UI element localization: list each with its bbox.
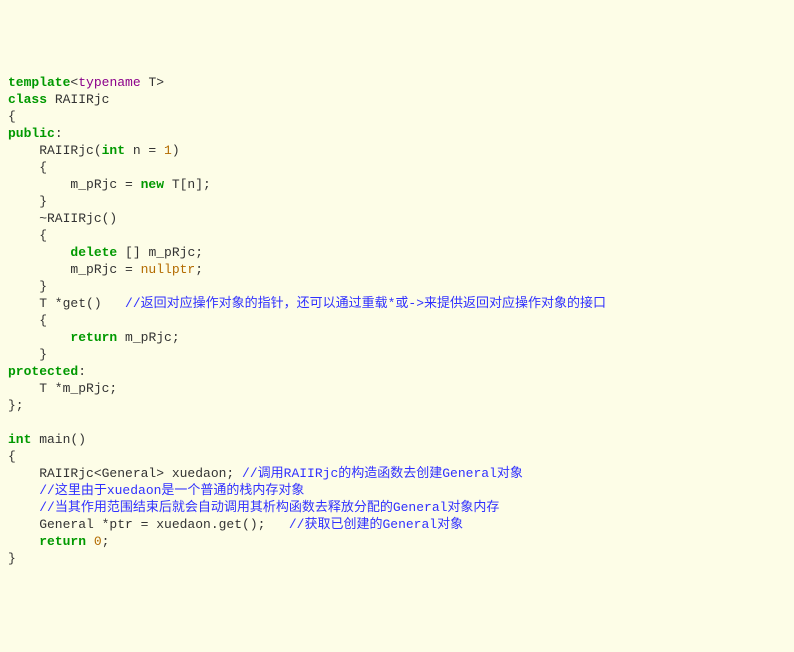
line: protected: xyxy=(8,364,86,379)
line: template<typename T> xyxy=(8,75,164,90)
line: return m_pRjc; xyxy=(8,330,180,345)
line: { xyxy=(8,160,47,175)
line: { xyxy=(8,449,16,464)
line: RAIIRjc<General> xuedaon; //调用RAIIRjc的构造… xyxy=(8,466,523,481)
expr: m_pRjc; xyxy=(117,330,179,345)
line: delete [] m_pRjc; xyxy=(8,245,203,260)
indent xyxy=(8,245,70,260)
punct: : xyxy=(55,126,63,141)
line: { xyxy=(8,228,47,243)
line: //这里由于xuedaon是一个普通的栈内存对象 xyxy=(8,483,304,498)
punct: ; xyxy=(195,262,203,277)
class-name: RAIIRjc xyxy=(47,92,109,107)
indent xyxy=(8,534,39,549)
line: { xyxy=(8,313,47,328)
keyword-int: int xyxy=(8,432,31,447)
punct: ; xyxy=(102,534,110,549)
keyword-class: class xyxy=(8,92,47,107)
line: ~RAIIRjc() xyxy=(8,211,117,226)
keyword-public: public xyxy=(8,126,55,141)
space xyxy=(86,534,94,549)
keyword-protected: protected xyxy=(8,364,78,379)
param: n = xyxy=(125,143,164,158)
indent xyxy=(8,500,39,515)
line: } xyxy=(8,551,16,566)
line: m_pRjc = nullptr; xyxy=(8,262,203,277)
func-name: main() xyxy=(31,432,86,447)
line: return 0; xyxy=(8,534,109,549)
comment: //这里由于xuedaon是一个普通的栈内存对象 xyxy=(39,483,304,498)
keyword-nullptr: nullptr xyxy=(141,262,196,277)
line: T *m_pRjc; xyxy=(8,381,117,396)
expr: m_pRjc = xyxy=(8,177,141,192)
code-block: template<typename T> class RAIIRjc { pub… xyxy=(8,74,786,567)
keyword-new: new xyxy=(141,177,164,192)
method-decl: T *get() xyxy=(8,296,125,311)
expr: [] m_pRjc; xyxy=(117,245,203,260)
line: int main() xyxy=(8,432,86,447)
keyword-delete: delete xyxy=(70,245,117,260)
line: }; xyxy=(8,398,24,413)
comment: //当其作用范围结束后就会自动调用其析构函数去释放分配的General对象内存 xyxy=(39,500,499,515)
stmt: General *ptr = xuedaon.get(); xyxy=(8,517,289,532)
keyword-template: template xyxy=(8,75,70,90)
indent xyxy=(8,330,70,345)
keyword-typename: typename xyxy=(78,75,140,90)
line: m_pRjc = new T[n]; xyxy=(8,177,211,192)
expr: T[n]; xyxy=(164,177,211,192)
indent xyxy=(8,483,39,498)
stmt: RAIIRjc<General> xuedaon; xyxy=(8,466,242,481)
type-param: T xyxy=(141,75,157,90)
punct: > xyxy=(156,75,164,90)
expr: m_pRjc = xyxy=(8,262,141,277)
line: public: xyxy=(8,126,63,141)
punct: : xyxy=(78,364,86,379)
line: General *ptr = xuedaon.get(); //获取已创建的Ge… xyxy=(8,517,463,532)
line: } xyxy=(8,347,47,362)
number: 1 xyxy=(164,143,172,158)
line: { xyxy=(8,109,16,124)
line: //当其作用范围结束后就会自动调用其析构函数去释放分配的General对象内存 xyxy=(8,500,499,515)
line: } xyxy=(8,194,47,209)
comment: //获取已创建的General对象 xyxy=(289,517,463,532)
comment: //调用RAIIRjc的构造函数去创建General对象 xyxy=(242,466,523,481)
line: T *get() //返回对应操作对象的指针，还可以通过重载*或->来提供返回对… xyxy=(8,296,606,311)
keyword-return: return xyxy=(39,534,86,549)
punct: ) xyxy=(172,143,180,158)
line: } xyxy=(8,279,47,294)
keyword-int: int xyxy=(102,143,125,158)
line: RAIIRjc(int n = 1) xyxy=(8,143,180,158)
ctor-decl: RAIIRjc( xyxy=(8,143,102,158)
comment: //返回对应操作对象的指针，还可以通过重载*或->来提供返回对应操作对象的接口 xyxy=(125,296,606,311)
keyword-return: return xyxy=(70,330,117,345)
line: class RAIIRjc xyxy=(8,92,109,107)
number: 0 xyxy=(94,534,102,549)
